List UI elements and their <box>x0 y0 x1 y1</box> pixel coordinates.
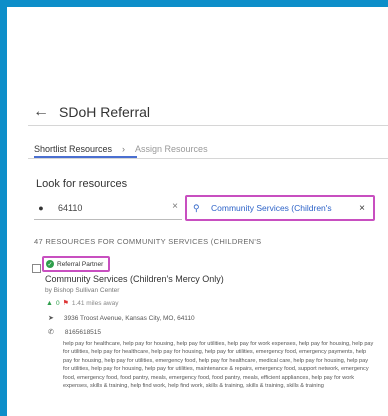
tab-bar: Shortlist Resources › Assign Resources <box>34 144 208 154</box>
page-title: SDoH Referral <box>59 104 151 120</box>
zip-code-field[interactable]: ● 64110 × <box>34 196 182 220</box>
zip-clear-icon[interactable]: × <box>172 201 178 212</box>
phone-icon: ✆ <box>48 329 54 336</box>
resource-name[interactable]: Community Services (Children's Mercy Onl… <box>45 274 224 284</box>
results-count: 47 RESOURCES FOR COMMUNITY SERVICES (CHI… <box>34 237 262 246</box>
referral-panel: ← SDoH Referral Shortlist Resources › As… <box>7 7 388 416</box>
tabs-divider <box>28 158 388 159</box>
thumbs-up-icon[interactable]: ▲ <box>46 300 53 307</box>
like-count: 0 <box>55 299 60 307</box>
frame-left-border <box>0 0 7 416</box>
chevron-right-icon: › <box>122 144 126 154</box>
resource-meta: ▲ 0 ⚑ 1.41 miles away <box>46 299 119 308</box>
search-query-value: Community Services (Children's <box>211 203 332 213</box>
service-tags: help pay for healthcare, help pay for ho… <box>63 341 374 390</box>
search-section-label: Look for resources <box>36 178 128 190</box>
header-divider <box>28 125 388 126</box>
referral-partner-label: Referral Partner <box>57 260 104 268</box>
resource-select-checkbox[interactable] <box>32 264 41 273</box>
location-pin-icon: ● <box>38 202 44 213</box>
distance: 1.41 miles away <box>71 299 119 307</box>
resource-address[interactable]: 3936 Troost Avenue, Kansas City, MO, 641… <box>64 315 195 322</box>
search-clear-icon[interactable]: × <box>359 203 365 214</box>
back-arrow-icon[interactable]: ← <box>33 104 49 120</box>
address-row: ➤ 3936 Troost Avenue, Kansas City, MO, 6… <box>48 314 195 323</box>
resource-phone[interactable]: 8165618515 <box>65 329 101 336</box>
navigation-arrow-icon: ➤ <box>48 315 54 322</box>
tab-assign-resources[interactable]: Assign Resources <box>135 144 208 154</box>
check-circle-icon: ✓ <box>46 260 54 268</box>
tab-shortlist-resources[interactable]: Shortlist Resources <box>34 144 112 154</box>
referral-partner-badge: ✓ Referral Partner <box>42 256 110 272</box>
header: ← SDoH Referral <box>33 104 151 121</box>
flag-icon[interactable]: ⚑ <box>63 299 69 307</box>
phone-row: ✆ 8165618515 <box>48 328 101 337</box>
zip-code-value: 64110 <box>58 202 83 213</box>
resource-search-input[interactable]: ⚲ Community Services (Children's × <box>185 195 375 221</box>
frame-top-border <box>0 0 388 7</box>
resource-organization: by Bishop Sullivan Center <box>45 287 120 294</box>
search-icon: ⚲ <box>193 202 200 213</box>
